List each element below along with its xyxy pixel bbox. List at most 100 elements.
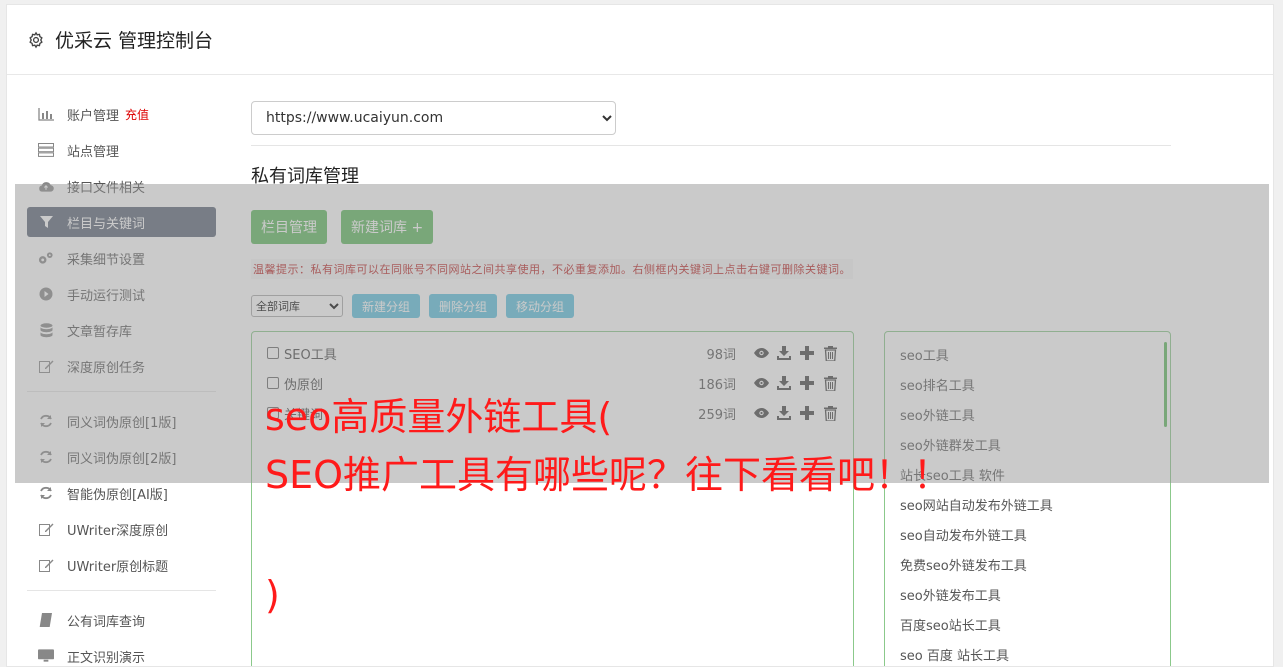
header: 优采云 管理控制台 <box>7 5 1273 75</box>
keyword-item[interactable]: 免费seo外链发布工具 <box>885 552 1170 582</box>
new-library-button[interactable]: 新建词库 + <box>341 210 434 244</box>
app-window: 优采云 管理控制台 账户管理 充值 站点管理 接口文件相关 栏目与关键词 采集细… <box>6 4 1274 667</box>
group-toolbar: 全部词库 新建分组 删除分组 移动分组 <box>251 294 1171 318</box>
delete-group-button[interactable]: 删除分组 <box>429 294 498 318</box>
book-icon <box>38 613 54 627</box>
eye-icon[interactable] <box>753 405 769 421</box>
download-icon[interactable] <box>776 375 792 391</box>
sidebar-item-label: 手动运行测试 <box>67 288 146 304</box>
bar-chart-icon <box>38 107 54 121</box>
download-icon[interactable] <box>776 405 792 421</box>
move-group-button[interactable]: 移动分组 <box>506 294 575 318</box>
sidebar-item-synonym-v2[interactable]: 同义词伪原创[2版] <box>27 442 216 472</box>
sidebar-divider <box>27 590 216 591</box>
trash-icon[interactable] <box>822 375 838 391</box>
plus-icon[interactable] <box>799 345 815 361</box>
edit-icon <box>38 522 54 536</box>
sidebar-item-label: UWriter深度原创 <box>67 523 169 539</box>
refresh-icon <box>38 486 54 500</box>
sidebar-item-manual-run[interactable]: 手动运行测试 <box>27 279 216 309</box>
filter-icon <box>38 215 54 229</box>
keyword-list-panel[interactable]: seo工具 seo排名工具 seo外链工具 seo外链群发工具 站长seo工具 … <box>884 331 1171 666</box>
sidebar-item-uwriter-deep[interactable]: UWriter深度原创 <box>27 514 216 544</box>
server-icon <box>38 143 54 157</box>
sidebar-item-article-store[interactable]: 文章暂存库 <box>27 315 216 345</box>
sidebar-item-label: 栏目与关键词 <box>67 216 146 232</box>
keyword-item[interactable]: seo外链发布工具 <box>885 582 1170 612</box>
sidebar-item-columns-keywords[interactable]: 栏目与关键词 <box>27 207 216 237</box>
trash-icon[interactable] <box>822 345 838 361</box>
library-name[interactable]: 关键词 <box>284 404 698 423</box>
site-select[interactable]: https://www.ucaiyun.com <box>251 101 616 135</box>
keyword-item[interactable]: seo外链工具 <box>885 402 1170 432</box>
sidebar-item-label: 深度原创任务 <box>67 360 146 376</box>
keyword-item[interactable]: 站长seo工具 软件 <box>885 462 1170 492</box>
scrollbar[interactable] <box>1164 342 1167 427</box>
sidebar-item-public-library[interactable]: 公有词库查询 <box>27 605 216 635</box>
sidebar: 账户管理 充值 站点管理 接口文件相关 栏目与关键词 采集细节设置 手动运行测试… <box>27 99 216 666</box>
keyword-item[interactable]: seo自动发布外链工具 <box>885 522 1170 552</box>
sidebar-item-synonym-v1[interactable]: 同义词伪原创[1版] <box>27 406 216 436</box>
cogs-icon <box>38 251 54 265</box>
sidebar-item-label: 同义词伪原创[2版] <box>67 451 177 467</box>
library-name[interactable]: 伪原创 <box>284 374 698 393</box>
download-icon[interactable] <box>776 345 792 361</box>
sidebar-item-label: 正文识别演示 <box>67 650 146 666</box>
sidebar-item-label: 同义词伪原创[1版] <box>67 415 177 431</box>
new-group-button[interactable]: 新建分组 <box>352 294 421 318</box>
category-manage-button[interactable]: 栏目管理 <box>251 210 327 244</box>
sidebar-item-label: UWriter原创标题 <box>67 559 169 575</box>
sidebar-item-label: 接口文件相关 <box>67 180 146 196</box>
library-row[interactable]: 伪原创 186词 <box>252 368 853 398</box>
library-count: 98词 <box>706 347 736 363</box>
sidebar-item-account[interactable]: 账户管理 充值 <box>27 99 216 129</box>
keyword-item[interactable]: seo外链群发工具 <box>885 432 1170 462</box>
library-checkbox[interactable] <box>267 377 279 389</box>
edit-icon <box>38 359 54 373</box>
database-icon <box>38 322 54 337</box>
library-checkbox[interactable] <box>267 407 279 419</box>
sidebar-divider <box>27 391 216 392</box>
library-group-select[interactable]: 全部词库 <box>251 295 343 317</box>
refresh-icon <box>38 450 54 464</box>
recharge-link[interactable]: 充值 <box>125 106 149 123</box>
library-row[interactable]: 关键词 259词 <box>252 398 853 428</box>
page-title: 私有词库管理 <box>251 166 359 187</box>
sidebar-item-label: 站点管理 <box>67 144 120 160</box>
sidebar-item-label: 公有词库查询 <box>67 614 146 630</box>
action-buttons: 栏目管理 新建词库 + <box>251 210 1171 244</box>
library-row[interactable]: SEO工具 98词 <box>252 338 853 368</box>
cloud-upload-icon <box>38 179 54 193</box>
sidebar-item-label: 账户管理 <box>67 108 120 124</box>
keyword-item[interactable]: 百度seo站长工具 <box>885 612 1170 642</box>
keyword-item[interactable]: seo网站自动发布外链工具 <box>885 492 1170 522</box>
keyword-item[interactable]: seo工具 <box>885 342 1170 372</box>
library-list-panel: SEO工具 98词 伪原创 186词 关键词 259词 <box>251 331 854 666</box>
trash-icon[interactable] <box>822 405 838 421</box>
eye-icon[interactable] <box>753 345 769 361</box>
library-count: 186词 <box>698 377 736 393</box>
library-name[interactable]: SEO工具 <box>284 344 706 363</box>
plus-icon[interactable] <box>799 375 815 391</box>
library-checkbox[interactable] <box>267 347 279 359</box>
separator <box>251 145 1171 146</box>
sidebar-item-deep-original[interactable]: 深度原创任务 <box>27 351 216 381</box>
sidebar-item-collect-settings[interactable]: 采集细节设置 <box>27 243 216 273</box>
edit-icon <box>38 558 54 572</box>
plus-icon[interactable] <box>799 405 815 421</box>
eye-icon[interactable] <box>753 375 769 391</box>
keyword-item[interactable]: seo排名工具 <box>885 372 1170 402</box>
sidebar-item-interface-files[interactable]: 接口文件相关 <box>27 171 216 201</box>
keyword-item[interactable]: seo 百度 站长工具 <box>885 642 1170 666</box>
main-content: https://www.ucaiyun.com 私有词库管理 栏目管理 新建词库… <box>251 101 1171 666</box>
sidebar-item-label: 文章暂存库 <box>67 324 133 340</box>
refresh-icon <box>38 414 54 428</box>
sidebar-item-uwriter-title[interactable]: UWriter原创标题 <box>27 550 216 580</box>
sidebar-item-text-recognition[interactable]: 正文识别演示 <box>27 641 216 666</box>
sidebar-item-ai-rewrite[interactable]: 智能伪原创[AI版] <box>27 478 216 508</box>
gear-icon <box>29 31 43 48</box>
play-circle-icon <box>38 287 54 301</box>
sidebar-item-label: 智能伪原创[AI版] <box>67 487 168 503</box>
tip-text: 温馨提示：私有词库可以在同账号不同网站之间共享使用，不必重复添加。右侧框内关键词… <box>251 259 853 279</box>
sidebar-item-sites[interactable]: 站点管理 <box>27 135 216 165</box>
